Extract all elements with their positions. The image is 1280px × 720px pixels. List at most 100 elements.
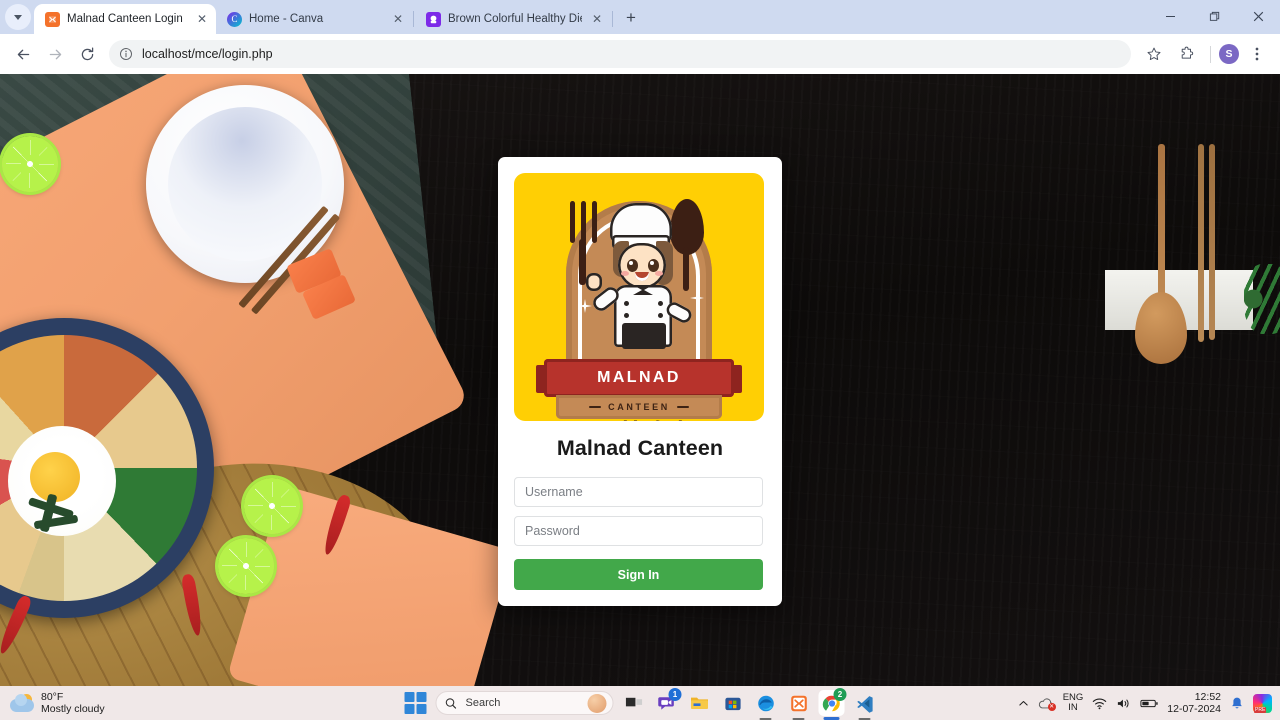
taskbar-app-microsoft-edge[interactable] xyxy=(753,690,779,720)
url-text: localhost/mce/login.php xyxy=(142,47,273,61)
spoon-icon xyxy=(670,199,704,291)
tab-home-canva[interactable]: C Home - Canva ✕ xyxy=(216,4,412,34)
brand-tagline: Healthy food xyxy=(514,419,764,421)
chef-cheek-left xyxy=(621,271,629,276)
page-viewport: MALNAD CANTEEN Healthy food Malnad Cante… xyxy=(0,74,1280,686)
taskbar-app-visual-studio-code[interactable] xyxy=(852,690,878,720)
extensions-puzzle-icon[interactable] xyxy=(1172,39,1202,69)
taskbar-app-microsoft-store[interactable] xyxy=(720,690,746,716)
taskbar-app-chat[interactable]: 1 xyxy=(654,688,682,716)
search-label: Search xyxy=(465,697,501,709)
partly-cloudy-icon xyxy=(10,694,34,712)
tab-separator xyxy=(612,11,613,27)
language-indicator[interactable]: ENG IN xyxy=(1063,693,1084,713)
background-lime-slice xyxy=(218,538,274,594)
clock-date: 12-07-2024 xyxy=(1167,703,1221,715)
reload-button[interactable] xyxy=(72,39,102,69)
brand-subband: CANTEEN xyxy=(556,395,722,419)
tab-close-icon[interactable]: ✕ xyxy=(589,11,605,27)
vscode-icon xyxy=(856,695,873,713)
edge-icon xyxy=(757,695,774,711)
taskbar-app-file-explorer[interactable] xyxy=(687,690,713,716)
new-tab-button[interactable]: + xyxy=(618,5,644,31)
uniform-button xyxy=(658,301,663,306)
weather-temperature: 80°F xyxy=(41,690,64,703)
chef-eye-left xyxy=(627,259,638,272)
taskbar-app-xampp[interactable] xyxy=(786,690,812,720)
onedrive-error-icon[interactable]: ✕ xyxy=(1038,697,1056,711)
forward-button[interactable] xyxy=(40,39,70,69)
browser-toolbar: localhost/mce/login.php S xyxy=(0,34,1280,74)
start-button[interactable] xyxy=(403,690,429,716)
notification-bell-icon[interactable] xyxy=(1230,696,1244,711)
tab-title: Home - Canva xyxy=(249,13,324,25)
weather-widget[interactable]: 80°F Mostly cloudy xyxy=(0,691,210,715)
chrome-badge-count: 2 xyxy=(833,688,847,701)
system-tray: ✕ ENG IN 12:52 12-07-2024 xyxy=(1018,686,1280,720)
taskbar-app-google-chrome[interactable]: 2 xyxy=(818,688,847,720)
tab-brown-colorful-healthy-diet[interactable]: Brown Colorful Healthy Diet Pr ✕ xyxy=(415,4,611,34)
battery-icon[interactable] xyxy=(1140,698,1158,709)
uniform-button xyxy=(624,313,629,318)
tab-close-icon[interactable]: ✕ xyxy=(390,11,406,27)
profile-avatar[interactable]: S xyxy=(1219,44,1239,64)
toolbar-divider xyxy=(1210,45,1211,63)
tab-search-button[interactable] xyxy=(5,4,31,30)
uniform-button xyxy=(658,313,663,318)
background-lime-slice xyxy=(2,136,58,192)
sign-in-button[interactable]: Sign In xyxy=(514,559,763,590)
toolbar-right-actions: S xyxy=(1139,39,1272,69)
background-spoon-handle xyxy=(1158,144,1165,314)
windows-start-icon xyxy=(404,692,427,714)
wifi-icon[interactable] xyxy=(1092,697,1107,710)
password-input[interactable] xyxy=(514,516,763,546)
clock-time: 12:52 xyxy=(1194,690,1221,703)
brand-name: MALNAD xyxy=(597,369,681,386)
tray-overflow-button[interactable] xyxy=(1018,698,1029,709)
info-circle-icon[interactable] xyxy=(119,47,133,61)
dash-left-icon xyxy=(589,405,602,409)
chef-cheek-right xyxy=(655,271,663,276)
speaker-icon[interactable] xyxy=(1116,697,1131,710)
search-icon xyxy=(445,697,457,709)
task-view-icon xyxy=(625,697,642,706)
back-button[interactable] xyxy=(8,39,38,69)
login-card: MALNAD CANTEEN Healthy food Malnad Cante… xyxy=(498,157,782,606)
tab-title: Brown Colorful Healthy Diet Pr xyxy=(448,13,582,25)
bookmark-star-icon[interactable] xyxy=(1139,39,1169,69)
brand-logo: MALNAD CANTEEN Healthy food xyxy=(514,173,764,421)
tab-strip: Malnad Canteen Login ✕ C Home - Canva ✕ … xyxy=(0,0,1280,34)
search-input[interactable]: Search xyxy=(435,691,614,715)
username-input[interactable] xyxy=(514,477,763,507)
microsoft-store-icon xyxy=(724,697,741,710)
minimize-button[interactable] xyxy=(1148,0,1192,32)
three-dot-menu-icon[interactable] xyxy=(1242,39,1272,69)
background-lime-slice xyxy=(244,478,300,534)
brand-ribbon: MALNAD xyxy=(544,359,734,397)
chevron-up-icon xyxy=(1019,700,1028,705)
taskbar-app-task-view[interactable] xyxy=(621,690,647,716)
tab-title: Malnad Canteen Login xyxy=(67,13,183,25)
page-title: Malnad Canteen xyxy=(556,436,724,460)
tab-separator xyxy=(413,11,414,27)
chef-apron xyxy=(622,323,666,349)
background-plate xyxy=(146,85,344,283)
xampp-icon xyxy=(790,695,807,711)
chevron-down-icon xyxy=(14,14,22,20)
folder-icon xyxy=(691,697,708,709)
maximize-restore-button[interactable] xyxy=(1192,0,1236,32)
tab-malnad-canteen-login[interactable]: Malnad Canteen Login ✕ xyxy=(34,4,216,34)
background-herb-sprig xyxy=(1244,264,1280,334)
search-highlight-icon xyxy=(587,694,607,713)
chef-hand-peace-sign xyxy=(586,273,602,291)
clock[interactable]: 12:52 12-07-2024 xyxy=(1167,691,1221,715)
browser-window: Malnad Canteen Login ✕ C Home - Canva ✕ … xyxy=(0,0,1280,686)
tab-close-icon[interactable]: ✕ xyxy=(194,11,210,27)
close-button[interactable] xyxy=(1236,0,1280,32)
fork-icon xyxy=(570,201,608,285)
taskbar-apps: Search 1 2 xyxy=(403,688,878,720)
copilot-icon[interactable] xyxy=(1253,693,1272,713)
uniform-button xyxy=(624,301,629,306)
brand-subname: CANTEEN xyxy=(608,402,670,412)
address-bar[interactable]: localhost/mce/login.php xyxy=(109,40,1131,68)
